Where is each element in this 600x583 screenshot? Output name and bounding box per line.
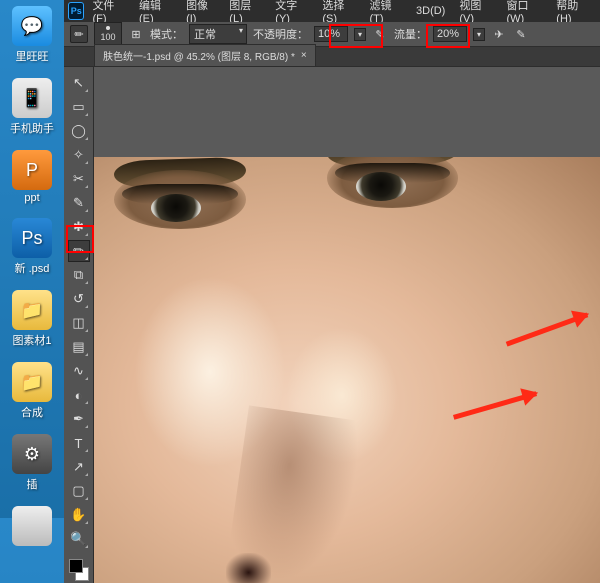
lasso-tool[interactable]: ◯ bbox=[68, 120, 90, 142]
desktop-label: 插 bbox=[27, 476, 38, 492]
airbrush-icon[interactable]: ✈ bbox=[491, 26, 507, 42]
mode-label: 模式： bbox=[150, 26, 183, 42]
opacity-label: 不透明度： bbox=[253, 26, 308, 42]
folder-icon: 📁 bbox=[12, 290, 52, 330]
plugin-icon: ⚙ bbox=[12, 434, 52, 474]
desktop-icon-plugin[interactable]: ⚙插 bbox=[4, 434, 60, 492]
desktop-icon-folder[interactable]: 📁 图素材1 bbox=[4, 290, 60, 348]
phone-helper-icon: 📱 bbox=[12, 78, 52, 118]
pressure-size-icon[interactable]: ✎ bbox=[513, 26, 529, 42]
clone-stamp-tool[interactable]: ⧉ bbox=[68, 264, 90, 286]
type-tool[interactable]: T bbox=[68, 432, 90, 454]
canvas[interactable] bbox=[94, 157, 600, 583]
desktop-icon-psd[interactable]: Ps 新 .psd bbox=[4, 218, 60, 276]
eraser-tool[interactable]: ◫ bbox=[68, 312, 90, 334]
psd-icon: Ps bbox=[12, 218, 52, 258]
ppt-icon: P bbox=[12, 150, 52, 190]
pen-tool[interactable]: ✒ bbox=[68, 408, 90, 430]
magic-wand-tool[interactable]: ✧ bbox=[68, 144, 90, 166]
desktop-label: 图素材1 bbox=[12, 332, 51, 348]
document-tab[interactable]: 肤色统一-1.psd @ 45.2% (图层 8, RGB/8) * × bbox=[94, 44, 316, 66]
desktop-label: 手机助手 bbox=[10, 120, 54, 136]
blur-tool[interactable]: ∿ bbox=[68, 360, 90, 382]
desktop-label: ppt bbox=[24, 192, 39, 204]
photoshop-window: Ps 文件(F) 编辑(E) 图像(I) 图层(L) 文字(Y) 选择(S) 滤… bbox=[64, 0, 600, 518]
menu-3d[interactable]: 3D(D) bbox=[410, 5, 451, 17]
image-content bbox=[327, 157, 459, 208]
close-icon[interactable]: × bbox=[301, 50, 307, 61]
desktop-icon-blank[interactable] bbox=[4, 506, 60, 548]
desktop: 💬里旺旺 📱手机助手 Pppt Ps新 .psd 📁图素材1 📁合成 ⚙插 bbox=[0, 0, 64, 518]
canvas-area bbox=[94, 67, 600, 583]
canvas-padding bbox=[94, 67, 600, 157]
color-swatches[interactable] bbox=[67, 557, 91, 583]
file-icon bbox=[12, 506, 52, 546]
healing-brush-tool[interactable]: ✱ bbox=[68, 216, 90, 238]
move-tool[interactable]: ↖ bbox=[68, 72, 90, 94]
wangwang-icon: 💬 bbox=[12, 6, 52, 46]
zoom-tool[interactable]: 🔍 bbox=[68, 528, 90, 550]
opacity-input[interactable]: 10% bbox=[314, 26, 348, 42]
blend-mode-value: 正常 bbox=[194, 29, 216, 41]
brush-panel-toggle-icon[interactable]: ⊞ bbox=[128, 26, 144, 42]
desktop-icon-folder2[interactable]: 📁 合成 bbox=[4, 362, 60, 420]
flow-label: 流量： bbox=[394, 26, 427, 42]
tool-palette: ↖▭◯✧✂✎✱✏⧉↺◫▤∿◐✒T↗▢✋🔍 bbox=[64, 67, 94, 583]
ps-logo-icon[interactable]: Ps bbox=[68, 2, 84, 20]
hand-tool[interactable]: ✋ bbox=[68, 504, 90, 526]
desktop-icon-ppt[interactable]: Pppt bbox=[4, 150, 60, 204]
menubar: Ps 文件(F) 编辑(E) 图像(I) 图层(L) 文字(Y) 选择(S) 滤… bbox=[64, 0, 600, 22]
folder-icon: 📁 bbox=[12, 362, 52, 402]
eyedropper-tool[interactable]: ✎ bbox=[68, 192, 90, 214]
image-content bbox=[114, 170, 246, 230]
pressure-opacity-icon[interactable]: ✎ bbox=[372, 26, 388, 42]
document-tab-bar: 肤色统一-1.psd @ 45.2% (图层 8, RGB/8) * × bbox=[64, 47, 600, 67]
workspace: ↖▭◯✧✂✎✱✏⧉↺◫▤∿◐✒T↗▢✋🔍 bbox=[64, 67, 600, 583]
brush-size-preview[interactable]: 100 bbox=[94, 22, 122, 46]
blend-mode-select[interactable]: 正常 bbox=[189, 24, 247, 44]
history-brush-tool[interactable]: ↺ bbox=[68, 288, 90, 310]
desktop-icon-helper[interactable]: 📱 手机助手 bbox=[4, 78, 60, 136]
path-select-tool[interactable]: ↗ bbox=[68, 456, 90, 478]
crop-tool[interactable]: ✂ bbox=[68, 168, 90, 190]
desktop-label: 合成 bbox=[21, 404, 43, 420]
flow-drop[interactable]: ▾ bbox=[473, 28, 485, 41]
document-tab-title: 肤色统一-1.psd @ 45.2% (图层 8, RGB/8) * bbox=[103, 48, 295, 63]
brush-tool[interactable]: ✏ bbox=[68, 240, 90, 262]
opacity-drop[interactable]: ▾ bbox=[354, 28, 366, 41]
rect-marquee-tool[interactable]: ▭ bbox=[68, 96, 90, 118]
desktop-icon-wangwang[interactable]: 💬 里旺旺 bbox=[4, 6, 60, 64]
brush-size-value: 100 bbox=[100, 32, 115, 42]
desktop-label: 新 .psd bbox=[15, 260, 50, 276]
desktop-label: 里旺旺 bbox=[16, 48, 49, 64]
dodge-tool[interactable]: ◐ bbox=[68, 384, 90, 406]
shape-tool[interactable]: ▢ bbox=[68, 480, 90, 502]
foreground-swatch[interactable] bbox=[69, 559, 83, 573]
gradient-tool[interactable]: ▤ bbox=[68, 336, 90, 358]
active-tool-preset-icon[interactable]: ✏ bbox=[70, 25, 88, 43]
flow-input[interactable]: 20% bbox=[433, 26, 467, 42]
image-content bbox=[226, 553, 272, 583]
